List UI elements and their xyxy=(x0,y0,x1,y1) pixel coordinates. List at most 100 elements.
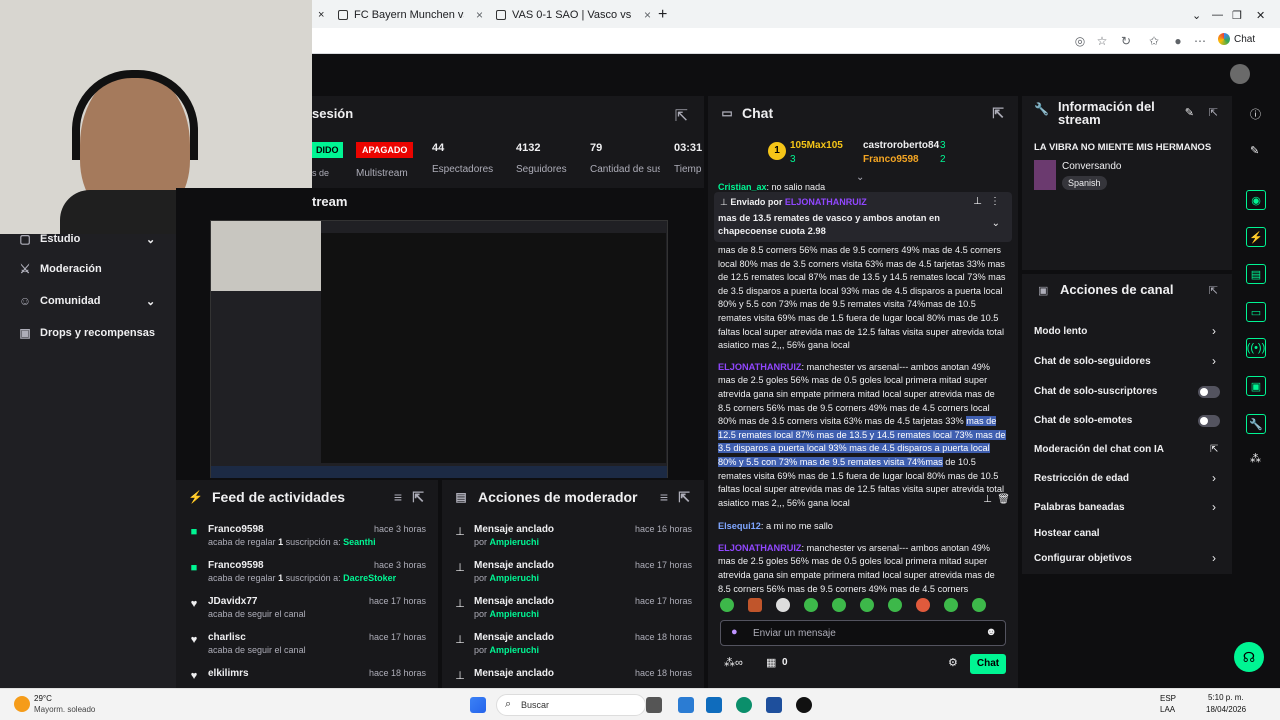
chat-input[interactable]: ● Enviar un mensaje ☻ xyxy=(720,620,1006,646)
delete-icon[interactable]: 🗑 xyxy=(997,494,1010,505)
chevron-right-icon[interactable]: › xyxy=(1212,354,1216,368)
stream-video-preview[interactable] xyxy=(210,220,668,478)
translate-icon[interactable]: ◎ xyxy=(1072,33,1088,49)
status-badge-offline[interactable]: APAGADO xyxy=(356,142,414,158)
copilot-app-icon[interactable] xyxy=(678,697,694,713)
more-options-icon[interactable]: ⋮ xyxy=(990,196,1000,207)
action-banned-words[interactable]: Palabras baneadas xyxy=(1034,502,1125,520)
chevron-right-icon[interactable]: › xyxy=(1212,324,1216,338)
emote-icon[interactable] xyxy=(720,598,734,612)
user-avatar[interactable] xyxy=(1230,64,1250,84)
emote-picker-icon[interactable]: ☻ xyxy=(985,626,997,638)
external-link-icon[interactable]: ⇱ xyxy=(1210,444,1218,455)
store-icon[interactable] xyxy=(766,697,782,713)
action-goals[interactable]: Configurar objetivos xyxy=(1034,553,1132,571)
action-ai-moderation[interactable]: Moderación del chat con IA xyxy=(1034,444,1164,462)
emote-icon[interactable] xyxy=(888,598,902,612)
pin-icon[interactable]: ⊥ xyxy=(973,196,982,207)
popout-icon[interactable]: ⇱ xyxy=(675,106,688,126)
weather-icon[interactable] xyxy=(14,696,30,712)
gift-icon[interactable]: ▦ xyxy=(766,656,776,669)
broadcast-quick-action[interactable]: ((•)) xyxy=(1246,338,1266,358)
chevron-down-icon[interactable]: ⌄ xyxy=(992,218,1000,229)
channel-points-icon[interactable]: ⁂∞ xyxy=(724,656,743,669)
taskbar-search[interactable]: ⌕ Buscar xyxy=(496,694,646,716)
close-icon[interactable]: × xyxy=(476,8,483,22)
windows-start-icon[interactable] xyxy=(470,697,486,713)
explorer-icon[interactable] xyxy=(706,697,722,713)
new-tab-button[interactable]: + xyxy=(658,4,667,26)
filter-icon[interactable]: ≡ xyxy=(660,489,668,505)
edge-browser-icon[interactable] xyxy=(736,697,752,713)
screen-quick-action[interactable]: ▣ xyxy=(1246,376,1266,396)
emote-icon[interactable] xyxy=(832,598,846,612)
settings-gear-icon[interactable]: ⚙ xyxy=(948,656,958,669)
wrench-quick-action[interactable]: 🔧 xyxy=(1246,414,1266,434)
action-age-restriction[interactable]: Restricción de edad xyxy=(1034,473,1129,491)
edit-icon[interactable]: ✎ xyxy=(1185,106,1194,119)
popout-icon[interactable]: ⇱ xyxy=(1209,284,1218,297)
obs-icon[interactable] xyxy=(796,697,812,713)
sidebar-item-moderation[interactable]: ⚔ Moderación xyxy=(18,262,102,276)
action-followers-only[interactable]: Chat de solo-seguidores xyxy=(1034,356,1151,374)
collapse-icon[interactable]: ⌄ xyxy=(856,172,864,183)
language-indicator[interactable]: ESP xyxy=(1160,694,1176,703)
subs-only-toggle[interactable] xyxy=(1198,386,1220,398)
filter-icon[interactable]: ≡ xyxy=(394,489,402,505)
language-tag[interactable]: Spanish xyxy=(1062,176,1107,190)
chevron-right-icon[interactable]: › xyxy=(1212,551,1216,565)
star-icon[interactable]: ☆ xyxy=(1094,33,1110,49)
camera-quick-action[interactable]: ◉ xyxy=(1246,190,1266,210)
browser-tab-vasco[interactable]: VAS 0-1 SAO | Vasco vs Sao Paulo × xyxy=(496,4,656,26)
chat-send-button[interactable]: Chat xyxy=(970,654,1006,674)
emote-icon[interactable] xyxy=(860,598,874,612)
popout-icon[interactable]: ⇱ xyxy=(412,489,424,506)
emote-icon[interactable] xyxy=(972,598,986,612)
pin-message-icon[interactable]: ⊥ xyxy=(983,494,992,505)
sidebar-item-studio[interactable]: ▢ Estudio ⌄ xyxy=(18,232,155,246)
profile-avatar[interactable]: ● xyxy=(1170,33,1186,49)
add-action-icon[interactable]: ⁂ xyxy=(1250,452,1261,465)
category-name[interactable]: Conversando xyxy=(1062,161,1121,172)
maximize-icon[interactable]: ❐ xyxy=(1232,4,1242,26)
popout-icon[interactable]: ⇱ xyxy=(1209,106,1218,119)
emote-icon[interactable] xyxy=(804,598,818,612)
popout-icon[interactable]: ⇱ xyxy=(678,489,690,506)
stat-subscriptions: 79 Cantidad de suscripciones xyxy=(590,142,660,175)
clock-time[interactable]: 5:10 p. m. xyxy=(1208,693,1244,702)
chevron-right-icon[interactable]: › xyxy=(1212,471,1216,485)
document-quick-action[interactable]: ▤ xyxy=(1246,264,1266,284)
leaderboard-name[interactable]: Franco9598 xyxy=(863,154,919,165)
chat-quick-action[interactable]: ▭ xyxy=(1246,302,1266,322)
sidebar-item-drops[interactable]: ▣ Drops y recompensas xyxy=(18,326,155,340)
chevron-right-icon[interactable]: › xyxy=(1212,500,1216,514)
chevron-down-icon[interactable]: ⌄ xyxy=(1192,4,1201,26)
action-host-channel[interactable]: Hostear canal xyxy=(1034,528,1100,546)
favorites-icon[interactable]: ✩ xyxy=(1146,33,1162,49)
emote-icon[interactable] xyxy=(944,598,958,612)
help-headset-button[interactable]: ☊ xyxy=(1234,642,1264,672)
close-icon[interactable]: × xyxy=(644,8,651,22)
emote-icon[interactable] xyxy=(916,598,930,612)
minimize-icon[interactable]: — xyxy=(1212,4,1223,26)
action-slow-mode[interactable]: Modo lento xyxy=(1034,326,1087,344)
emote-icon[interactable] xyxy=(748,598,762,612)
tab-close-icon[interactable]: × xyxy=(318,4,328,26)
copilot-chat-button[interactable]: Chat xyxy=(1218,33,1255,45)
browser-tab-label: VAS 0-1 SAO | Vasco vs Sao Paulo xyxy=(512,9,632,21)
emotes-only-toggle[interactable] xyxy=(1198,415,1220,427)
sidebar-item-community[interactable]: ☺ Comunidad ⌄ xyxy=(18,294,155,308)
popout-icon[interactable]: ⇱ xyxy=(992,105,1004,122)
menu-icon[interactable]: ⋯ xyxy=(1192,33,1208,49)
emote-icon[interactable] xyxy=(776,598,790,612)
info-icon[interactable]: ⓘ xyxy=(1250,106,1261,122)
pencil-icon[interactable]: ✎ xyxy=(1250,144,1259,157)
leaderboard-name[interactable]: 105Max105 xyxy=(790,140,843,151)
microphone-icon[interactable]: ● xyxy=(731,626,738,638)
leaderboard-name[interactable]: castroroberto84 xyxy=(863,140,939,151)
browser-tab-bayern[interactable]: FC Bayern Munchen vs VfB Stuttga × xyxy=(338,4,488,26)
bolt-quick-action[interactable]: ⚡ xyxy=(1246,227,1266,247)
close-window-icon[interactable]: ✕ xyxy=(1256,4,1265,26)
refresh-icon[interactable]: ↻ xyxy=(1118,33,1134,49)
task-view-icon[interactable] xyxy=(646,697,662,713)
